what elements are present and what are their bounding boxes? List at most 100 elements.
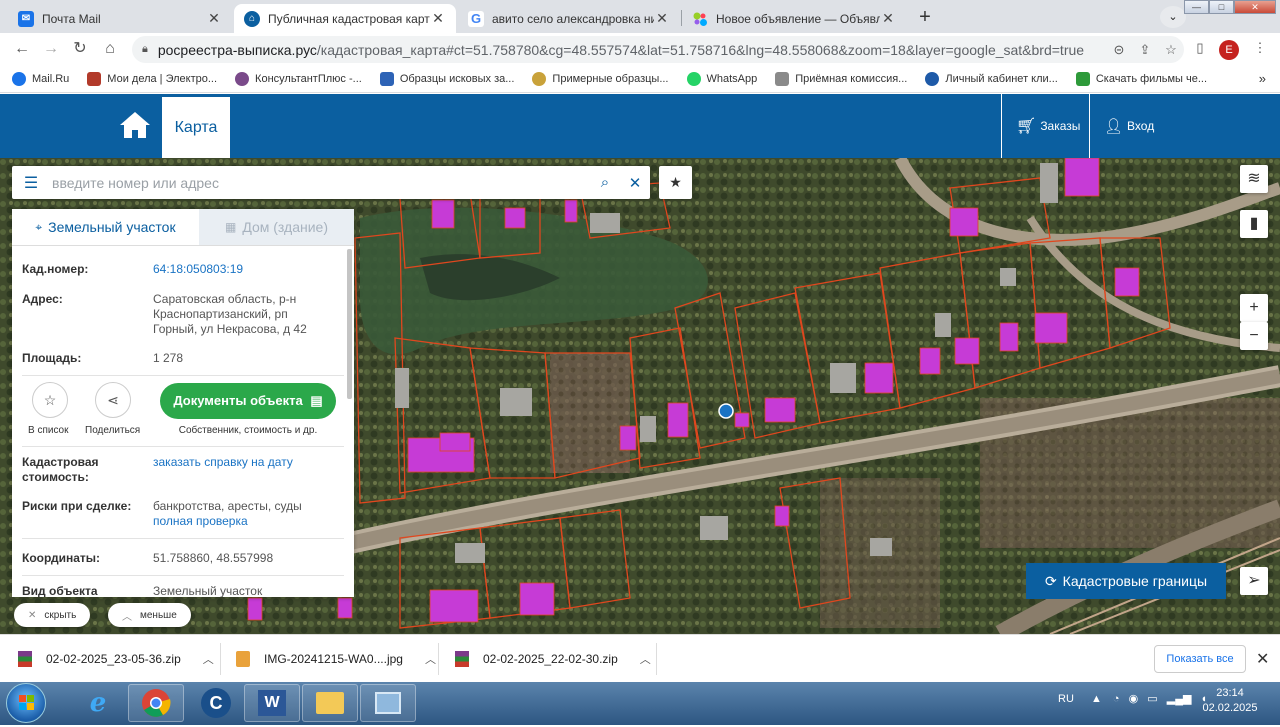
download-item[interactable]: 02-02-2025_23-05-36.zip ︿	[18, 651, 214, 667]
share-label: Поделиться	[85, 425, 141, 436]
url-text: росреестра-выписка.рус/кадастровая_карта…	[157, 41, 1085, 58]
close-downloads-icon[interactable]: ✕	[1256, 649, 1269, 669]
start-button[interactable]	[6, 683, 46, 723]
taskbar-explorer[interactable]	[302, 684, 358, 722]
close-tab-icon[interactable]: ✕	[654, 10, 670, 27]
home-icon[interactable]: ⌂	[100, 39, 120, 59]
full-check-link[interactable]: полная проверка	[153, 514, 248, 528]
favorites-star-button[interactable]: ★	[659, 166, 692, 199]
browser-tab-google[interactable]: G авито село александровка никифо ✕	[458, 4, 680, 33]
bookmark-my-affairs[interactable]: Мои дела | Электро...	[87, 71, 217, 86]
browser-tab-cadastre[interactable]: ⌂ Публичная кадастровая карта 202 ✕	[234, 4, 456, 33]
tab-search-chevron-icon[interactable]: ⌄	[1160, 6, 1186, 28]
bookmark-consultant[interactable]: КонсультантПлюс -...	[235, 71, 362, 86]
orders-button[interactable]: 🛒︎ Заказы	[1001, 94, 1089, 158]
tab-title: Публичная кадастровая карта 202	[268, 11, 430, 26]
add-to-list-button[interactable]: ☆	[32, 382, 68, 418]
selected-parcel-marker[interactable]	[718, 403, 734, 419]
bookmark-cabinet[interactable]: Личный кабинет кли...	[925, 71, 1058, 86]
download-item[interactable]: 02-02-2025_22-02-30.zip ︿	[455, 651, 651, 667]
add-to-list-label: В список	[28, 425, 69, 436]
show-hidden-icons-icon[interactable]: ▲	[1091, 693, 1102, 705]
zoom-out-button[interactable]: −	[1240, 322, 1268, 350]
bookmark-star-icon[interactable]: ☆	[1158, 42, 1184, 58]
profile-avatar[interactable]: E	[1219, 40, 1239, 60]
clock[interactable]: 23:14 02.02.2025	[1200, 686, 1260, 716]
bookmark-mailru[interactable]: Mail.Ru	[12, 71, 69, 86]
display-icon[interactable]: ▭	[1147, 693, 1157, 705]
bookmark-whatsapp[interactable]: WhatsApp	[686, 71, 757, 86]
taskbar-word[interactable]: W	[244, 684, 300, 722]
share-button[interactable]: ⋖	[95, 382, 131, 418]
cadastral-borders-button[interactable]: ⟳ Кадастровые границы	[1026, 563, 1226, 599]
films-icon	[1075, 71, 1090, 86]
collapse-panel-button[interactable]: ︿ меньше	[108, 603, 191, 627]
geolocate-button[interactable]: ➢	[1240, 567, 1268, 595]
internet-explorer-icon: e	[89, 688, 107, 718]
avito-icon	[692, 11, 708, 27]
forward-icon[interactable]: →	[41, 39, 61, 59]
book-icon: ▮	[1249, 215, 1259, 232]
update-icon[interactable]: ◉	[1129, 693, 1139, 705]
tab-land-plot[interactable]: ⌖ Земельный участок	[12, 209, 199, 245]
chevron-up-icon[interactable]: ︿	[425, 651, 436, 667]
back-icon[interactable]: ←	[12, 39, 32, 59]
reload-icon[interactable]: ↻	[70, 39, 90, 59]
share-icon[interactable]: ⇪	[1132, 42, 1158, 58]
order-certificate-link[interactable]: заказать справку на дату	[153, 455, 344, 485]
samples-icon	[532, 71, 547, 86]
login-button[interactable]: 👤︎ Вход	[1089, 94, 1280, 158]
bookmark-claims[interactable]: Образцы исковых за...	[379, 71, 514, 86]
claims-icon	[379, 71, 394, 86]
taskbar-ie[interactable]: e	[70, 684, 126, 722]
chevron-up-icon[interactable]: ︿	[203, 651, 214, 667]
minimize-button[interactable]: —	[1184, 0, 1209, 14]
taskbar-control-panel[interactable]	[360, 684, 416, 722]
tab-house[interactable]: ▦ Дом (здание)	[199, 209, 354, 245]
hamburger-menu-icon[interactable]: ☰	[12, 173, 50, 193]
tab-map[interactable]: Карта	[162, 97, 230, 158]
taskbar-chrome[interactable]	[128, 684, 184, 722]
search-input[interactable]	[50, 167, 590, 198]
bookmark-samples[interactable]: Примерные образцы...	[532, 71, 669, 86]
close-tab-icon[interactable]: ✕	[880, 10, 896, 27]
browser-tab-mail[interactable]: ✉ Почта Mail ✕	[8, 4, 232, 33]
divider	[438, 643, 439, 675]
maximize-button[interactable]: □	[1209, 0, 1234, 14]
object-documents-button[interactable]: Документы объекта ▤	[160, 383, 336, 419]
more-bookmarks-icon[interactable]: »	[1259, 71, 1266, 86]
signal-icon[interactable]: ▂▄▆	[1167, 693, 1192, 705]
network-icon[interactable]: ◔	[1113, 693, 1120, 705]
cadastral-number-link[interactable]: 64:18:050803:19	[153, 262, 344, 277]
admissions-icon	[775, 71, 790, 86]
zoom-in-button[interactable]: +	[1240, 294, 1268, 322]
navigation-arrow-icon: ➢	[1247, 572, 1261, 589]
chevron-up-icon: ︿	[122, 611, 132, 623]
address-bar[interactable]: 🔒︎ росреестра-выписка.рус/кадастровая_ка…	[132, 36, 1184, 63]
side-panel-icon[interactable]: ▯	[1191, 40, 1209, 58]
bookmark-films[interactable]: Скачать фильмы че...	[1075, 71, 1207, 86]
layers-button[interactable]: ≋	[1240, 165, 1268, 193]
field-coordinates: Координаты: 51.758860, 48.557998	[22, 551, 274, 565]
clear-search-icon[interactable]: ✕	[620, 174, 650, 192]
legend-button[interactable]: ▮	[1240, 210, 1268, 238]
new-tab-button[interactable]: +	[912, 6, 938, 30]
hide-panel-button[interactable]: ✕ скрыть	[14, 603, 91, 627]
parcel-info-panel: ⌖ Земельный участок ▦ Дом (здание) Кад.н…	[12, 209, 354, 597]
taskbar-ccleaner[interactable]: C	[188, 684, 244, 722]
home-icon[interactable]	[118, 110, 152, 140]
location-pin-icon: ⌖	[35, 219, 43, 234]
search-icon[interactable]: ⌕	[590, 174, 620, 191]
chevron-up-icon[interactable]: ︿	[640, 651, 651, 667]
bookmark-admissions[interactable]: Приёмная комиссия...	[775, 71, 907, 86]
show-all-downloads-button[interactable]: Показать все	[1154, 645, 1246, 673]
close-tab-icon[interactable]: ✕	[430, 10, 446, 27]
divider	[22, 538, 344, 539]
chrome-menu-icon[interactable]: ⋮	[1251, 40, 1269, 58]
language-indicator[interactable]: RU	[1058, 693, 1074, 705]
close-tab-icon[interactable]: ✕	[206, 10, 222, 27]
download-item[interactable]: IMG-20241215-WA0....jpg ︿	[236, 651, 436, 667]
translate-icon[interactable]: ⊝	[1106, 42, 1132, 58]
browser-tab-avito[interactable]: Новое объявление — Объявления ✕	[682, 4, 906, 33]
close-window-button[interactable]: ✕	[1234, 0, 1276, 14]
